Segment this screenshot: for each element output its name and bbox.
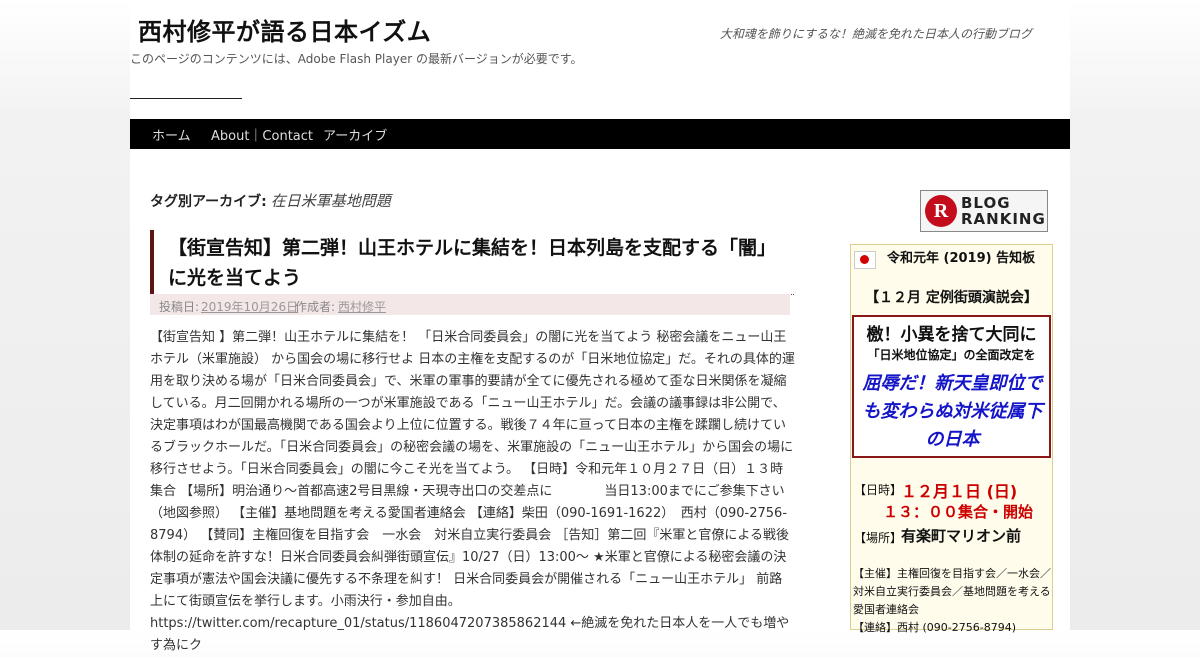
ranking-badge-text-2: RANKING xyxy=(961,210,1046,228)
notice-banner[interactable]: 檄！小異を捨て大同に 「日米地位協定」の全面改定を 屈辱だ！新天皇即位でも変わら… xyxy=(852,315,1051,458)
nav-item-archive[interactable]: アーカイブ xyxy=(323,125,387,144)
notice-slogan: 屈辱だ！新天皇即位でも変わらぬ対米従属下の日本 xyxy=(862,373,1043,450)
archive-tag: 在日米軍基地問題 xyxy=(270,192,391,210)
site-description: 大和魂を飾りにするな！絶滅を免れた日本人の行動ブログ xyxy=(719,27,1032,41)
post-header: 【街宣告知】第二弾！山王ホテルに集結を！日本列島を支配する「闇」に光を当てよう xyxy=(150,230,794,295)
author-label: 作成者: xyxy=(295,300,336,314)
event-place: 有楽町マリオン前 xyxy=(901,527,1022,545)
notice-board: 令和元年 (2019) 告知板 【１２月 定例街頭演説会】 檄！小異を捨て大同に… xyxy=(850,244,1053,634)
main-nav: ホーム About｜Contact アーカイブ xyxy=(130,119,1070,149)
post-meta: 投稿日: 2019年10月26日 作成者: 西村修平 xyxy=(150,294,790,315)
japan-flag-icon xyxy=(854,251,876,269)
blog-ranking-badge[interactable]: R BLOG RANKING xyxy=(920,190,1048,232)
site-title[interactable]: 西村修平が語る日本イズム xyxy=(138,12,431,47)
event-contact: 【連絡】西村 (090-2756-8794) xyxy=(853,621,1017,634)
notice-headline: 檄！小異を捨て大同に xyxy=(866,325,1037,345)
post-title[interactable]: 【街宣告知】第二弾！山王ホテルに集結を！日本列島を支配する「闇」に光を当てよう xyxy=(168,233,788,293)
flash-player-notice: このページのコンテンツには、Adobe Flash Player の最新バージョ… xyxy=(130,52,583,66)
event-organizers: 【主催】主権回復を目指す会／一水会／対米自立実行委員会／基地問題を考える愛国者連… xyxy=(853,567,1051,616)
event-time: １３：００集合・開始 xyxy=(883,503,1034,521)
posted-label: 投稿日: xyxy=(159,300,200,314)
post-date-link[interactable]: 2019年10月26日 xyxy=(201,298,298,315)
notice-subheadline: 「日米地位協定」の全面改定を xyxy=(867,348,1036,362)
notice-title: 令和元年 (2019) 告知板 xyxy=(887,251,1036,266)
archive-title: タグ別アーカイブ: 在日米軍基地問題 xyxy=(150,190,391,211)
nav-item-home[interactable]: ホーム xyxy=(152,125,191,144)
page: 西村修平が語る日本イズム 大和魂を飾りにするな！絶滅を免れた日本人の行動ブログ … xyxy=(130,0,1070,653)
post-body: 【街宣告知 】第二弾！山王ホテルに集結を！ 「日米合同委員会」の闇に光を当てよう… xyxy=(150,330,795,653)
nav-item-about-contact[interactable]: About｜Contact xyxy=(211,125,313,144)
ranking-logo-icon: R xyxy=(925,195,957,227)
archive-label: タグ別アーカイブ: xyxy=(150,194,267,210)
notice-subtitle: 【１２月 定例街頭演説会】 xyxy=(865,290,1038,306)
post-author-link[interactable]: 西村修平 xyxy=(338,298,386,315)
header-divider xyxy=(130,98,242,99)
event-date: １２月１日 (日) xyxy=(901,482,1018,501)
date-label: 【日時】 xyxy=(854,483,903,497)
place-label: 【場所】 xyxy=(854,531,903,545)
